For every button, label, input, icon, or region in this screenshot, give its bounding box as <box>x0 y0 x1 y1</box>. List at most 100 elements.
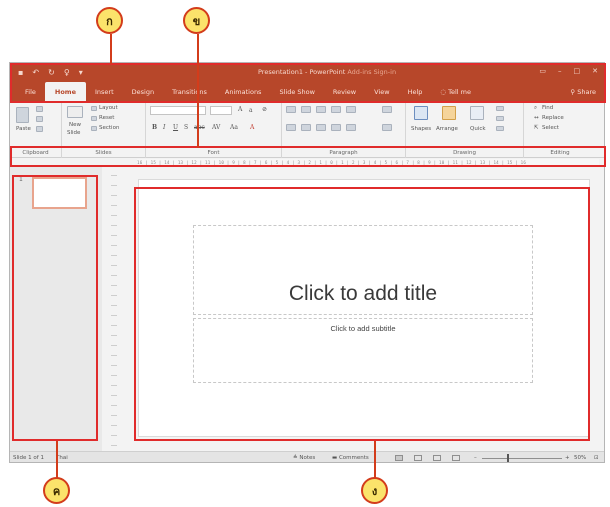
cut-icon[interactable] <box>36 106 43 112</box>
title-extra: Add-ins Sign-in <box>345 68 397 76</box>
italic-icon[interactable]: I <box>163 124 165 131</box>
callout-marker-c: ค <box>43 477 70 504</box>
tab-review[interactable]: Review <box>324 88 365 102</box>
tab-help[interactable]: Help <box>399 88 432 102</box>
tab-file[interactable]: File <box>16 88 45 102</box>
select-button[interactable]: Select <box>542 125 559 131</box>
strikethrough-icon[interactable]: abc <box>194 124 205 131</box>
slide-show-icon[interactable] <box>452 455 460 461</box>
paste-icon[interactable] <box>16 107 29 123</box>
tab-design[interactable]: Design <box>123 88 163 102</box>
shrink-font-icon[interactable]: a <box>249 107 253 114</box>
app-name: PowerPoint <box>309 68 346 76</box>
comments-button[interactable]: ▬ Comments <box>332 455 369 461</box>
window-title: Presentation1 - PowerPoint Add-ins Sign-… <box>258 68 396 76</box>
tab-slide-show[interactable]: Slide Show <box>270 88 323 102</box>
share-label: Share <box>577 88 596 96</box>
maximize-icon[interactable]: □ <box>574 67 581 75</box>
normal-view-icon[interactable] <box>395 455 403 461</box>
tab-view[interactable]: View <box>365 88 398 102</box>
find-button[interactable]: Find <box>542 105 553 111</box>
comments-label: Comments <box>338 455 369 461</box>
font-size-field[interactable] <box>210 106 232 115</box>
ribbon-group-slides: New Slide Layout Reset Section Slides <box>62 102 146 158</box>
slide-canvas[interactable]: Click to add title Click to add subtitle <box>138 179 590 437</box>
quick-styles-button[interactable]: Quick <box>470 126 486 132</box>
callout-leader-c <box>56 441 58 478</box>
ribbon-options-icon[interactable]: ▭ <box>539 67 546 75</box>
grow-font-icon[interactable]: A <box>238 106 242 113</box>
undo-icon[interactable]: ↶ <box>32 68 39 77</box>
zoom-out-button[interactable]: – <box>474 455 477 461</box>
decrease-indent-icon[interactable] <box>316 106 326 113</box>
shape-outline-icon[interactable] <box>496 116 504 121</box>
zoom-level[interactable]: 50% <box>574 455 586 461</box>
save-icon[interactable]: ▪ <box>18 68 23 77</box>
zoom-slider-thumb[interactable] <box>507 454 509 462</box>
tab-home[interactable]: Home <box>44 82 86 102</box>
bold-icon[interactable]: B <box>152 124 157 131</box>
callout-label: ก <box>106 14 113 28</box>
columns-icon[interactable] <box>346 124 356 131</box>
present-icon[interactable]: ♀ <box>64 68 70 77</box>
window-controls: ▭ – □ ✕ <box>539 67 598 75</box>
reading-view-icon[interactable] <box>433 455 441 461</box>
zoom-slider-track[interactable] <box>482 458 562 459</box>
char-spacing-icon[interactable]: AV <box>212 124 220 131</box>
align-right-icon[interactable] <box>316 124 326 131</box>
change-case-icon[interactable]: Aa <box>230 124 238 131</box>
copy-icon[interactable] <box>36 116 43 122</box>
arrange-button[interactable]: Arrange <box>436 126 458 132</box>
customize-qat-icon[interactable]: ▾ <box>79 68 83 77</box>
new-slide-label[interactable]: New <box>69 122 81 128</box>
reset-button[interactable]: Reset <box>99 115 114 121</box>
quick-styles-icon[interactable] <box>470 106 484 120</box>
increase-indent-icon[interactable] <box>331 106 341 113</box>
document-name: Presentation1 <box>258 68 303 76</box>
clear-format-icon[interactable]: ⊘ <box>262 106 267 113</box>
notes-button[interactable]: ≙ Notes <box>293 455 315 461</box>
group-label-clipboard: Clipboard <box>22 150 49 156</box>
replace-button[interactable]: Replace <box>542 115 564 121</box>
shape-fill-icon[interactable] <box>496 106 504 111</box>
align-left-icon[interactable] <box>286 124 296 131</box>
align-center-icon[interactable] <box>301 124 311 131</box>
slide-thumbnail[interactable] <box>32 177 87 209</box>
slide-sorter-icon[interactable] <box>414 455 422 461</box>
close-icon[interactable]: ✕ <box>592 67 598 75</box>
zoom-in-button[interactable]: + <box>565 455 570 461</box>
subtitle-placeholder[interactable]: Click to add subtitle <box>193 318 533 383</box>
shapes-button[interactable]: Shapes <box>411 126 431 132</box>
powerpoint-window: ▪ ↶ ↻ ♀ ▾ Presentation1 - PowerPoint Add… <box>9 62 605 463</box>
justify-icon[interactable] <box>331 124 341 131</box>
bullets-icon[interactable] <box>286 106 296 113</box>
shape-effects-icon[interactable] <box>496 126 504 131</box>
tell-me-box[interactable]: ◌ Tell me <box>431 88 480 102</box>
underline-icon[interactable]: U <box>173 124 178 131</box>
new-slide-label-2[interactable]: Slide <box>67 130 80 136</box>
slide-thumbnail-pane: 1 <box>10 167 102 451</box>
shapes-icon[interactable] <box>414 106 428 120</box>
replace-icon: ↔ <box>534 115 539 121</box>
format-painter-icon[interactable] <box>36 126 43 132</box>
layout-button[interactable]: Layout <box>99 105 118 111</box>
tab-insert[interactable]: Insert <box>86 88 123 102</box>
new-slide-icon[interactable] <box>67 106 83 118</box>
title-placeholder[interactable]: Click to add title <box>193 225 533 315</box>
fit-slide-icon[interactable]: ⊡ <box>594 455 599 461</box>
redo-icon[interactable]: ↻ <box>48 68 55 77</box>
notes-label: Notes <box>299 455 316 461</box>
line-spacing-icon[interactable] <box>346 106 356 113</box>
arrange-icon[interactable] <box>442 106 456 120</box>
font-color-icon[interactable]: A <box>250 124 254 131</box>
horizontal-ruler: 16 | 15 | 14 | 13 | 12 | 11 | 10 | 9 | 8… <box>137 159 599 167</box>
numbering-icon[interactable] <box>301 106 311 113</box>
tab-transitions[interactable]: Transitions <box>163 88 216 102</box>
share-button[interactable]: ⚲ Share <box>570 88 596 96</box>
shadow-icon[interactable]: S <box>184 124 188 131</box>
text-direction-icon[interactable] <box>382 106 392 113</box>
align-text-icon[interactable] <box>382 124 392 131</box>
section-button[interactable]: Section <box>99 125 119 131</box>
minimize-icon[interactable]: – <box>558 67 562 75</box>
tab-animations[interactable]: Animations <box>216 88 271 102</box>
